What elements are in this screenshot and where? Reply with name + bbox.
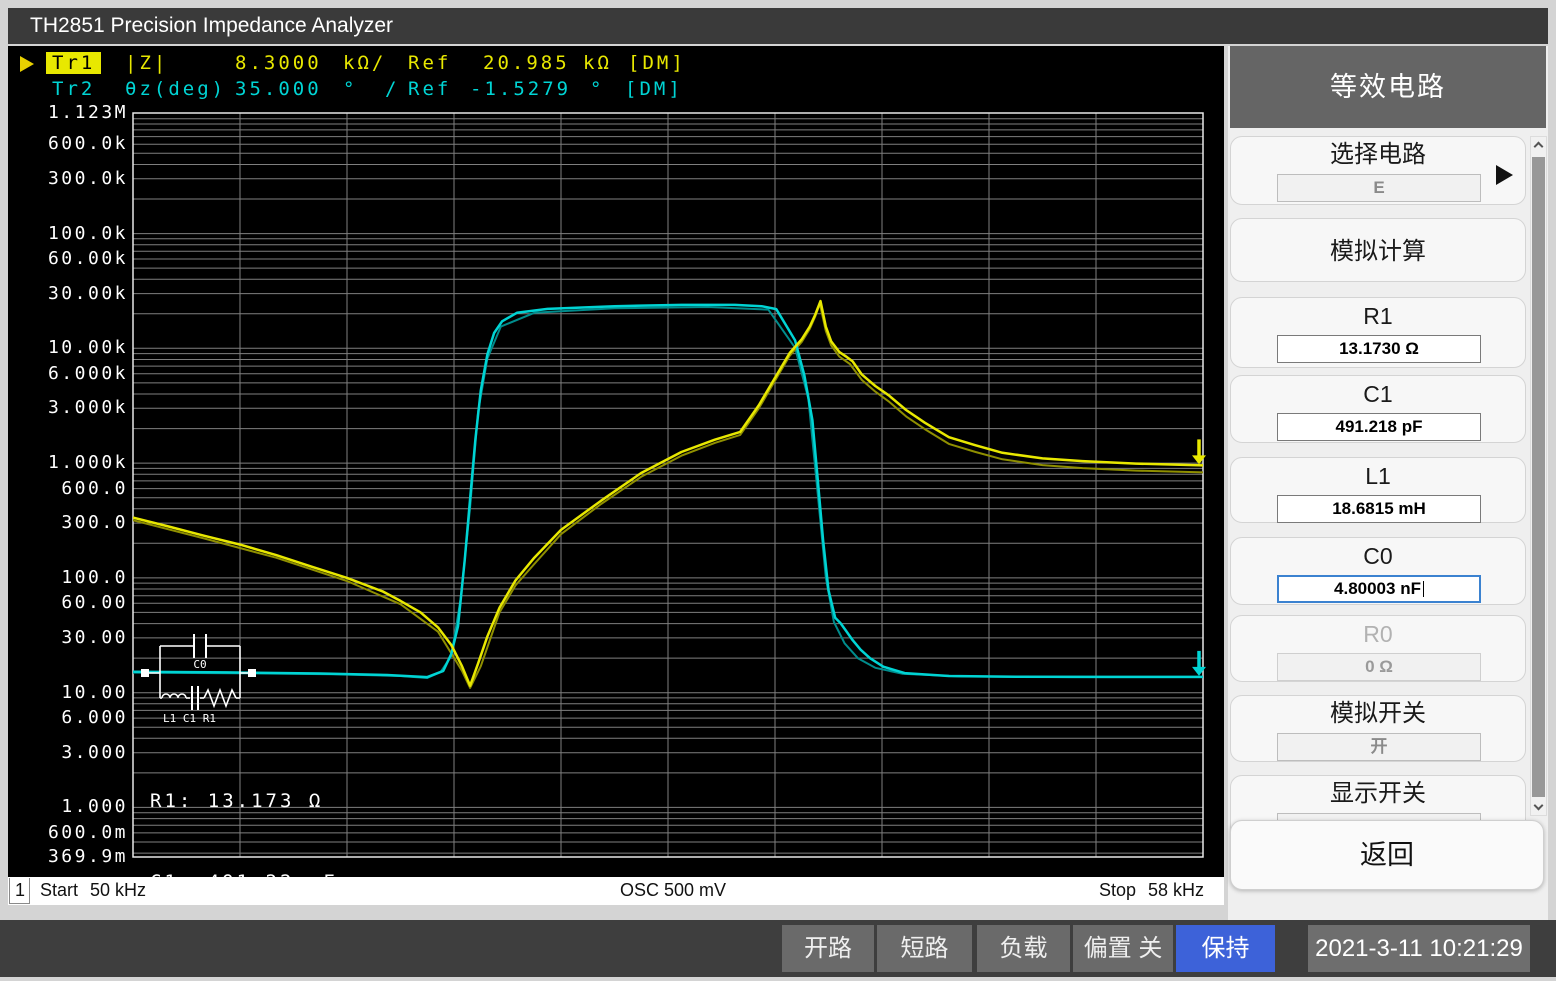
l1-value-field[interactable]: 18.6815 mH (1277, 495, 1481, 523)
sweep-status-strip: 1 Start 50 kHz OSC 500 mV Stop 58 kHz (8, 877, 1224, 905)
c0-value-text: 4.80003 nF (1334, 579, 1421, 598)
sweep-stop: Stop 58 kHz (1099, 880, 1204, 901)
scrollbar-thumb[interactable] (1532, 157, 1545, 797)
circuit-label-c0: C0 (193, 658, 206, 671)
datetime-display: 2021-3-11 10:21:29 (1308, 925, 1530, 972)
submenu-arrow-icon (1496, 165, 1513, 185)
osc-level: OSC 500 mV (620, 880, 727, 900)
r0-button: R0 0 Ω (1230, 615, 1526, 682)
scroll-up-icon[interactable] (1533, 141, 1544, 152)
annotation-r1: R1: 13.173 Ω (150, 790, 324, 812)
equivalent-circuit-panel: 等效电路 选择电路 E 模拟计算 R1 13.1730 Ω C1 491.218… (1228, 46, 1548, 920)
simulate-button[interactable]: 模拟计算 (1230, 218, 1526, 282)
text-caret (1422, 581, 1424, 597)
r1-button[interactable]: R1 13.1730 Ω (1230, 297, 1526, 368)
back-button[interactable]: 返回 (1230, 820, 1544, 890)
equivalent-circuit-icon: C0 L1 C1 R1 (141, 634, 256, 725)
circuit-label-l1c1r1: L1 C1 R1 (163, 712, 216, 725)
c0-label: C0 (1363, 543, 1393, 569)
select-circuit-value: E (1277, 174, 1481, 202)
stop-value: 58 kHz (1147, 880, 1204, 900)
bias-button[interactable]: 偏置 关 (1073, 925, 1173, 972)
select-circuit-button[interactable]: 选择电路 E (1230, 136, 1526, 205)
simulate-label: 模拟计算 (1330, 238, 1426, 265)
select-circuit-label: 选择电路 (1330, 141, 1426, 168)
l1-label: L1 (1365, 463, 1391, 489)
load-correction-button[interactable]: 负载 (977, 925, 1070, 972)
bottom-toolbar: 开路 短路 负载 偏置 关 保持 2021-3-11 10:21:29 (0, 920, 1556, 977)
c0-button[interactable]: C0 4.80003 nF (1230, 537, 1526, 605)
channel-indicator: 1 (9, 878, 30, 904)
start-value: 50 kHz (90, 880, 147, 900)
r0-label: R0 (1363, 621, 1393, 647)
trace2-edge-marker-arrow (1192, 650, 1206, 676)
r1-label: R1 (1363, 303, 1393, 329)
measurement-display: Tr1 |Z| 8.3000 kΩ/ Ref 20.985 kΩ [DM] Tr… (8, 46, 1224, 974)
c1-value-field[interactable]: 491.218 pF (1277, 413, 1481, 441)
panel-title: 等效电路 (1230, 46, 1546, 128)
open-correction-button[interactable]: 开路 (782, 925, 874, 972)
r1-value-field[interactable]: 13.1730 Ω (1277, 335, 1481, 363)
start-label: Start (40, 880, 79, 900)
window-title: TH2851 Precision Impedance Analyzer (8, 8, 1548, 44)
display-switch-label: 显示开关 (1330, 780, 1426, 807)
hold-button[interactable]: 保持 (1176, 925, 1275, 972)
sim-switch-label: 模拟开关 (1330, 700, 1426, 727)
trace1-edge-marker-arrow (1192, 439, 1206, 465)
panel-scrollbar[interactable] (1530, 136, 1547, 816)
sim-switch-value: 开 (1277, 733, 1481, 761)
c0-value-field[interactable]: 4.80003 nF (1277, 575, 1481, 603)
short-correction-button[interactable]: 短路 (877, 925, 972, 972)
stop-label: Stop (1098, 880, 1136, 900)
sweep-start: Start 50 kHz (40, 880, 146, 901)
sim-switch-button[interactable]: 模拟开关 开 (1230, 695, 1526, 762)
c1-label: C1 (1363, 381, 1393, 407)
c1-button[interactable]: C1 491.218 pF (1230, 375, 1526, 443)
scroll-down-icon[interactable] (1533, 800, 1544, 811)
r0-value-field: 0 Ω (1277, 653, 1481, 681)
l1-button[interactable]: L1 18.6815 mH (1230, 457, 1526, 523)
